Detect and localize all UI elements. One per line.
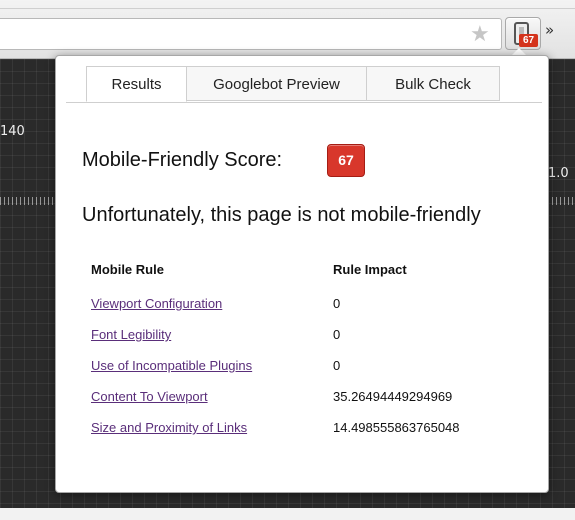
rule-impact-value: 0 — [333, 327, 341, 342]
rule-link-incompatible-plugins[interactable]: Use of Incompatible Plugins — [91, 358, 252, 373]
ruler-label-left: 140 — [0, 124, 25, 139]
browser-toolbar: ★ 67 » — [0, 0, 575, 59]
rule-impact-value: 0 — [333, 358, 341, 373]
tab-results[interactable]: Results — [86, 66, 187, 102]
rule-impact-value: 14.498555863765048 — [333, 420, 460, 435]
tab-bar: Results Googlebot Preview Bulk Check — [66, 66, 542, 103]
rule-impact-value: 0 — [333, 296, 341, 311]
rule-link-content-to-viewport[interactable]: Content To Viewport — [91, 389, 208, 404]
ruler-label-right: 1.0 — [548, 166, 569, 181]
rule-impact-value: 35.26494449294969 — [333, 389, 453, 404]
toolbar-divider — [0, 8, 575, 9]
tab-bulk-check[interactable]: Bulk Check — [366, 66, 500, 101]
rule-link-font-legibility[interactable]: Font Legibility — [91, 327, 171, 342]
score-label: Mobile-Friendly Score: — [82, 149, 283, 171]
address-bar[interactable] — [0, 18, 502, 50]
rule-link-viewport-configuration[interactable]: Viewport Configuration — [91, 296, 222, 311]
tab-googlebot-preview[interactable]: Googlebot Preview — [186, 66, 367, 101]
bookmark-star-icon[interactable]: ★ — [470, 21, 490, 47]
verdict-message: Unfortunately, this page is not mobile-f… — [82, 204, 481, 226]
score-badge: 67 — [327, 144, 365, 177]
chevron-overflow-icon[interactable]: » — [545, 21, 554, 39]
mobile-friendly-extension-button[interactable]: 67 — [505, 17, 541, 50]
extension-popup: Results Googlebot Preview Bulk Check Mob… — [55, 55, 549, 493]
column-header-rule-impact: Rule Impact — [333, 262, 407, 277]
extension-score-badge: 67 — [519, 34, 538, 47]
page-bottom-strip — [0, 508, 575, 520]
rule-link-size-proximity-links[interactable]: Size and Proximity of Links — [91, 420, 247, 435]
column-header-mobile-rule: Mobile Rule — [91, 262, 164, 277]
